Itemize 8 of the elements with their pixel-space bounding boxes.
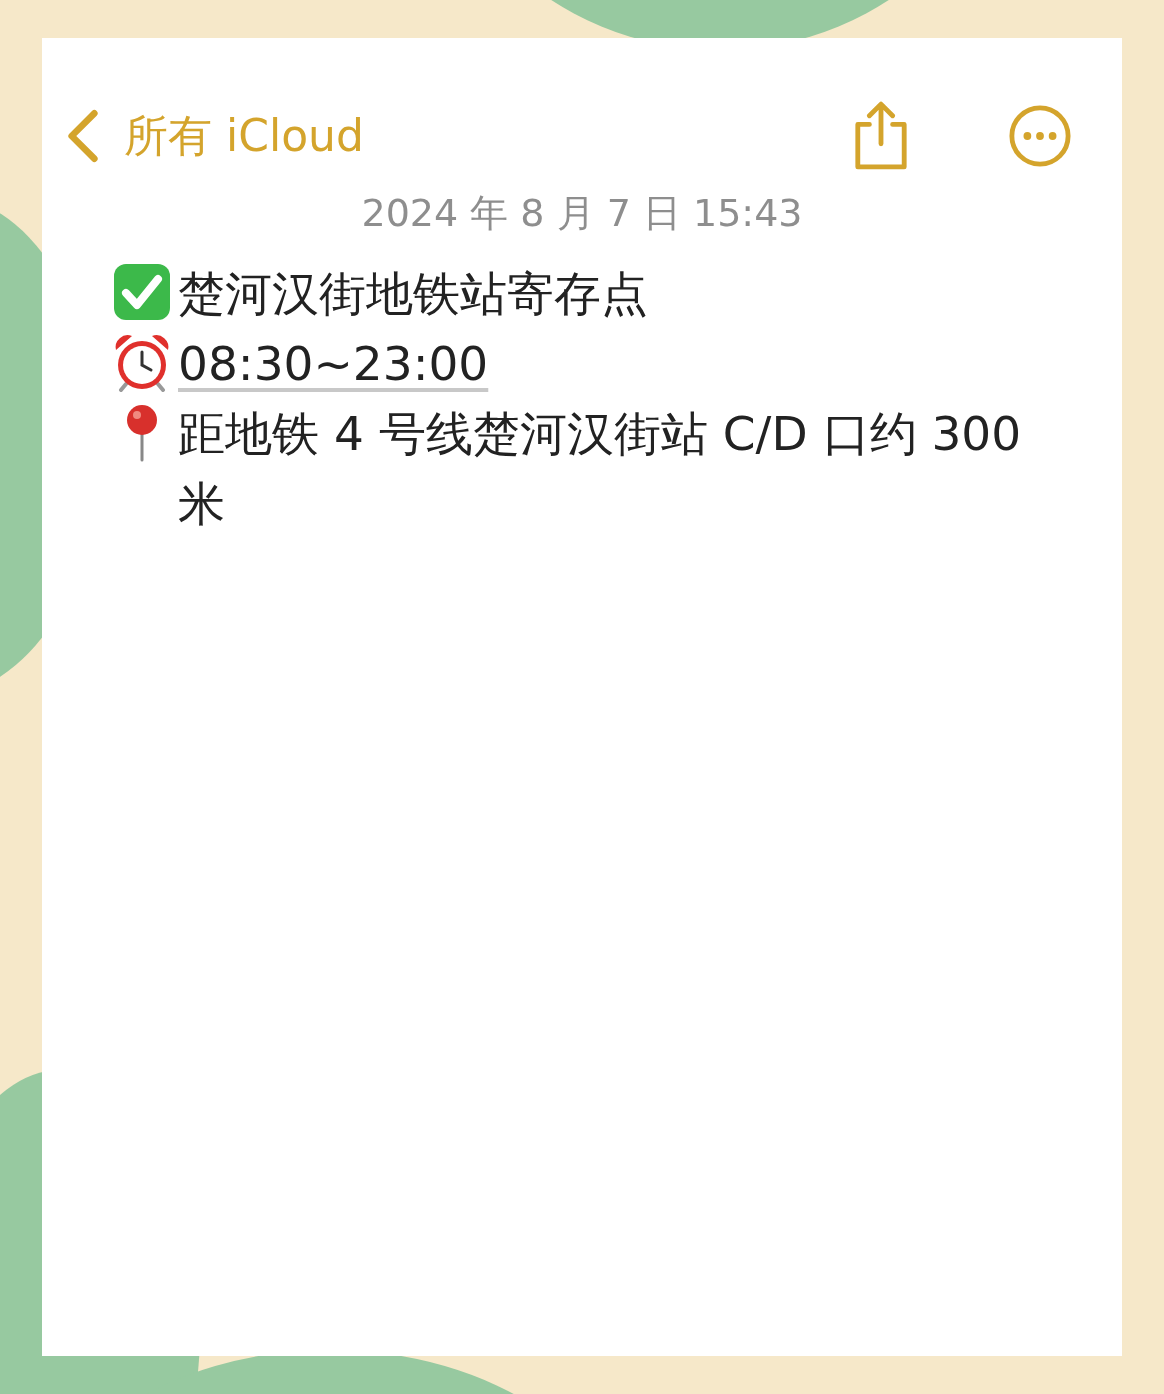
note-line: 楚河汉街地铁站寄存点 [178,265,648,323]
time-link[interactable]: 08:30~23:00 [178,329,489,399]
share-icon[interactable] [852,101,910,171]
chevron-icon [66,109,100,163]
more-icon[interactable] [1008,104,1072,168]
note-date: 2024 年 8 月 7 日 15:43 [360,190,804,237]
note-line: 距地铁 4 号线楚河汉街站 C/D 口约 300 米 [178,405,1023,533]
check-icon [112,262,172,322]
